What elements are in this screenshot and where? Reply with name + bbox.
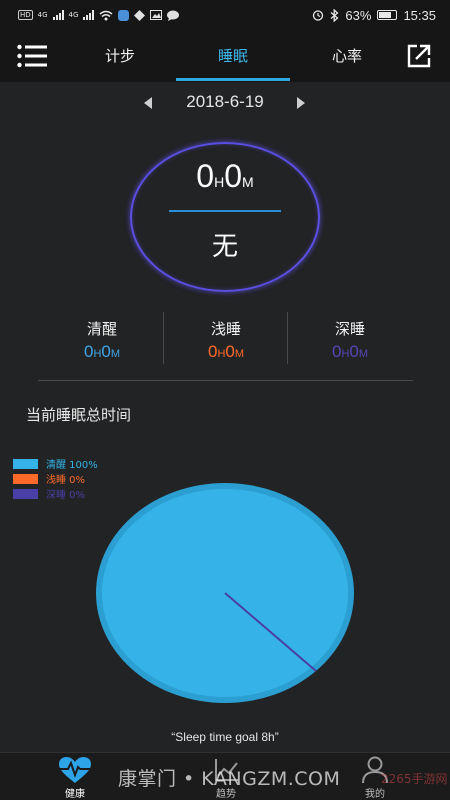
- stat-light-minutes-unit: M: [234, 348, 245, 360]
- stat-awake-minutes-unit: M: [110, 348, 121, 360]
- stat-deep-minutes-unit: M: [358, 348, 369, 360]
- menu-list-icon: [17, 44, 47, 68]
- date-navigator: 2018-6-19: [0, 88, 450, 118]
- stat-light-minutes: 0: [225, 342, 235, 361]
- network-type: 4G: [37, 11, 48, 19]
- trend-chart-icon: [215, 759, 238, 781]
- bottom-navigation: 健康 趋势 我的: [0, 752, 450, 800]
- stat-deep-minutes: 0: [349, 342, 359, 361]
- stat-deep-sleep: 深睡 0H0M: [288, 312, 412, 364]
- total-sleep-time: 0H0M: [130, 158, 320, 195]
- person-icon: [362, 756, 388, 784]
- stat-awake: 清醒 0H0M: [40, 312, 164, 364]
- section-divider: [38, 380, 413, 381]
- legend-swatch-light: [13, 473, 38, 484]
- signal-icon-2: [83, 10, 95, 20]
- wifi-icon: [99, 10, 113, 20]
- legend-item-light: 浅睡 0%: [13, 471, 98, 486]
- active-tab-indicator: [176, 78, 290, 81]
- sleep-pie-chart: [96, 483, 354, 703]
- stat-awake-label: 清醒: [86, 320, 117, 338]
- sleep-quality-status: 无: [211, 232, 238, 262]
- sleep-goal-text: “Sleep time goal 8h”: [171, 730, 279, 744]
- stat-awake-minutes: 0: [101, 342, 111, 361]
- legend-swatch-awake: [13, 458, 38, 469]
- hd-badge: HD: [18, 10, 33, 20]
- stat-light-label: 浅睡: [210, 320, 241, 338]
- section-title: 当前睡眠总时间: [26, 406, 132, 424]
- previous-day-arrow-icon[interactable]: [144, 97, 152, 109]
- pie-legend: 清醒 100% 浅睡 0% 深睡 0%: [13, 456, 98, 501]
- nav-mine[interactable]: 我的: [330, 753, 420, 800]
- next-day-arrow-icon[interactable]: [297, 97, 305, 109]
- image-notification-icon: [150, 10, 163, 20]
- nav-trend[interactable]: 趋势: [181, 753, 271, 800]
- signal-icon: [52, 10, 64, 20]
- status-bar: HD 4G 4G 63% 15:35: [0, 0, 450, 30]
- nav-mine-label: 我的: [365, 789, 385, 800]
- bluetooth-icon: [331, 8, 339, 22]
- menu-button[interactable]: [17, 44, 47, 68]
- battery-percent: 63%: [345, 7, 372, 23]
- heart-pulse-icon: [59, 757, 91, 783]
- alarm-icon: [313, 10, 324, 21]
- stat-deep-label: 深睡: [334, 320, 365, 338]
- minutes-unit: M: [242, 174, 254, 190]
- hours-unit: H: [214, 174, 225, 190]
- stat-awake-value: 0H0M: [40, 342, 164, 362]
- nav-trend-label: 趋势: [216, 789, 236, 800]
- tab-sleep[interactable]: 睡眠: [176, 30, 290, 82]
- battery-icon: [377, 10, 398, 20]
- share-export-icon: [407, 44, 431, 68]
- clock-time: 15:35: [403, 7, 436, 23]
- sleep-stage-stats: 清醒 0H0M 浅睡 0H0M 深睡 0H0M: [40, 312, 414, 364]
- app-notification-icon: [118, 9, 130, 21]
- tab-steps[interactable]: 计步: [63, 30, 177, 82]
- ring-divider: [169, 210, 281, 212]
- legend-text-light: 浅睡 0%: [46, 475, 86, 486]
- current-date[interactable]: 2018-6-19: [160, 92, 290, 112]
- nav-health[interactable]: 健康: [30, 753, 120, 800]
- tab-heart-rate[interactable]: 心率: [290, 30, 404, 82]
- total-hours: 0: [196, 158, 215, 194]
- legend-text-awake: 清醒 100%: [46, 460, 98, 471]
- legend-item-deep: 深睡 0%: [13, 486, 98, 501]
- legend-text-deep: 深睡 0%: [46, 490, 86, 501]
- total-minutes: 0: [224, 158, 243, 194]
- diamond-notification-icon: [134, 9, 146, 21]
- stat-light-sleep: 浅睡 0H0M: [164, 312, 288, 364]
- network-type-2: 4G: [68, 11, 79, 19]
- legend-item-awake: 清醒 100%: [13, 456, 98, 471]
- message-notification-icon: [167, 10, 180, 21]
- top-header: 计步 睡眠 心率: [0, 30, 450, 82]
- nav-health-label: 健康: [65, 789, 85, 800]
- stat-light-value: 0H0M: [164, 342, 288, 362]
- status-right: 63% 15:35: [312, 8, 436, 23]
- legend-swatch-deep: [13, 488, 38, 499]
- share-button[interactable]: [406, 43, 432, 69]
- stat-deep-value: 0H0M: [288, 342, 412, 362]
- status-left: HD 4G 4G: [18, 9, 180, 21]
